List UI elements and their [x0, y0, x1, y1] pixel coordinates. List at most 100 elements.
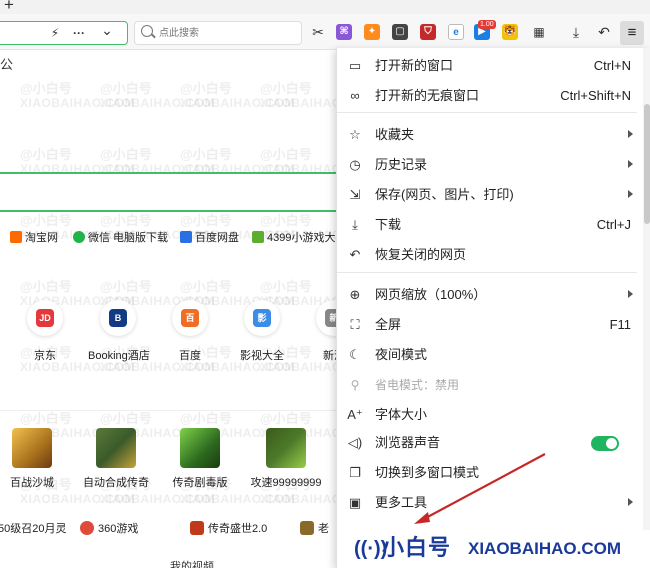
chevron-right-icon — [628, 290, 633, 298]
tab-strip: + — [0, 0, 650, 14]
menu-item-label: 历史记录 — [375, 157, 428, 172]
menu-item-star-list[interactable]: ☆ 收藏夹 — [337, 122, 637, 148]
reader-icon[interactable]: ▢ — [392, 24, 408, 40]
bookmark-baidu-pan[interactable]: 百度网盘 — [180, 228, 239, 248]
menu-item-shortcut: Ctrl+Shift+N — [560, 88, 631, 103]
toolbox-icon: ▣ — [348, 495, 362, 510]
menu-item-power-save: ⚲ 省电模式：禁用 — [337, 372, 637, 398]
extension-orange-icon[interactable]: ✦ — [364, 24, 380, 40]
new-tab-button[interactable]: + — [4, 0, 14, 13]
menu-scroll-thumb[interactable] — [644, 104, 650, 224]
menu-item-zoom[interactable]: ⊕ 网页缩放（100%） — [337, 282, 637, 308]
search-box-outline-bottom — [0, 210, 340, 212]
taobao-icon — [10, 231, 22, 243]
game-tile[interactable]: 自动合成传奇 — [76, 428, 156, 490]
restore-icon: ↶ — [349, 247, 361, 262]
search-input[interactable] — [159, 24, 295, 42]
menu-separator — [337, 272, 637, 273]
menu-item-restore[interactable]: ↶ 恢复关闭的网页 — [337, 242, 637, 268]
menu-item-label: 保存(网页、图片、打印) — [375, 187, 514, 202]
browser-toolbar: ⚡ ··· ⌄ ✂ ⌘ ✦ ▢ ⛉ e ▶ 1.00 🐯 ▦ ⤓ ↶ ≡ — [0, 14, 650, 50]
multi-window-icon: ❐ — [349, 465, 361, 480]
menu-item-incognito[interactable]: ∞ 打开新的无痕窗口 Ctrl+Shift+N — [337, 83, 637, 109]
watermark: @小白号XIAOBAIHAO.COM — [20, 81, 135, 111]
undo-icon[interactable]: ↶ — [595, 23, 613, 41]
lightning-icon[interactable]: ⚡ — [47, 24, 63, 42]
moon-icon: ☾ — [349, 347, 361, 362]
chevron-right-icon — [628, 160, 633, 168]
jd-icon: JD — [27, 300, 63, 336]
site-tile-jd[interactable]: JD 京东 — [15, 300, 75, 363]
chevron-right-icon — [628, 130, 633, 138]
menu-item-moon[interactable]: ☾ 夜间模式 — [337, 342, 637, 368]
menu-item-label: 夜间模式 — [375, 347, 428, 362]
menu-item-history[interactable]: ◷ 历史记录 — [337, 152, 637, 178]
bookmark-taobao[interactable]: 淘宝网 — [10, 228, 58, 248]
extension-purple-icon[interactable]: ⌘ — [336, 24, 352, 40]
menu-item-shortcut: F11 — [609, 317, 631, 332]
ublock-icon[interactable]: ⛉ — [420, 24, 436, 40]
game-tile[interactable]: 攻速99999999 — [246, 428, 326, 490]
menu-item-label: 打开新的无痕窗口 — [375, 88, 480, 103]
fullscreen-icon: ⛶ — [350, 317, 360, 332]
game-icon — [12, 428, 52, 468]
game-link[interactable]: 老 — [300, 518, 329, 540]
edge-icon[interactable]: e — [448, 24, 464, 40]
menu-item-label: 省电模式：禁用 — [375, 378, 460, 392]
menu-item-label: 收藏夹 — [375, 127, 415, 142]
menu-item-label: 打开新的窗口 — [375, 58, 454, 73]
address-bar[interactable]: ⚡ ··· ⌄ — [0, 21, 128, 45]
game-icon — [266, 428, 306, 468]
chevron-down-icon[interactable]: ⌄ — [99, 21, 115, 39]
site-tile-booking[interactable]: B Booking酒店 — [88, 300, 150, 363]
menu-item-save[interactable]: ⇲ 保存(网页、图片、打印) — [337, 182, 637, 208]
bookmark-4399[interactable]: 4399小游戏大 — [252, 228, 335, 248]
menu-item-download[interactable]: ⤓ 下载 Ctrl+J — [337, 212, 637, 238]
tiger-icon[interactable]: 🐯 — [502, 24, 518, 40]
download-icon[interactable]: ⤓ — [567, 23, 585, 41]
site-tile-baidu[interactable]: 百 百度 — [160, 300, 220, 363]
menu-item-label: 全屏 — [375, 317, 402, 332]
speaker-icon: ◁) — [347, 435, 363, 450]
search-icon — [141, 25, 153, 37]
power-save-icon: ⚲ — [350, 378, 360, 392]
menu-item-new-window[interactable]: ▭ 打开新的窗口 Ctrl+N — [337, 53, 637, 79]
more-icon[interactable]: ··· — [71, 24, 87, 42]
game-icon — [96, 428, 136, 468]
apps-grid-icon[interactable]: ▦ — [530, 23, 548, 41]
menu-item-font-size[interactable]: A⁺ 字体大小 — [337, 402, 637, 428]
game-link[interactable]: 50级召20月灵 — [0, 518, 66, 540]
game-small-icon — [300, 521, 314, 535]
baidu-icon: 百 — [172, 300, 208, 336]
menu-item-shortcut: Ctrl+J — [596, 217, 631, 232]
my-videos-link[interactable]: 我的视频 — [170, 558, 214, 568]
promo-badge: 1.00 — [478, 20, 496, 29]
broadcast-icon: ((·)) — [354, 538, 388, 560]
game-link[interactable]: 360游戏 — [80, 518, 138, 540]
incognito-icon: ∞ — [350, 88, 360, 103]
history-icon: ◷ — [349, 157, 361, 172]
site-tile-video[interactable]: 影 影视大全 — [232, 300, 292, 363]
menu-scrollbar[interactable] — [643, 48, 650, 568]
menu-separator — [337, 112, 637, 113]
booking-icon: B — [100, 300, 136, 336]
scissors-icon[interactable]: ✂ — [309, 23, 327, 41]
search-box-outline-top — [0, 172, 340, 174]
menu-item-fullscreen[interactable]: ⛶ 全屏 F11 — [337, 312, 637, 338]
section-divider — [0, 410, 340, 411]
flame-icon — [190, 521, 204, 535]
watermark: @小白号XIAOBAIHAO.COM — [100, 81, 215, 111]
game-tile[interactable]: 百战沙城 — [0, 428, 72, 490]
sound-toggle[interactable] — [591, 436, 619, 451]
game-tile[interactable]: 传奇剧毒版 — [160, 428, 240, 490]
search-box[interactable] — [134, 21, 302, 45]
annotation-arrow — [414, 453, 546, 524]
360-icon — [80, 521, 94, 535]
game-link[interactable]: 传奇盛世2.0 — [190, 518, 267, 540]
game-links-row: 50级召20月灵 360游戏 传奇盛世2.0 老 — [0, 518, 340, 540]
bookmark-wechat[interactable]: 微信 电脑版下载 — [73, 228, 168, 248]
chevron-right-icon — [628, 190, 633, 198]
bookmark-bar: 淘宝网 微信 电脑版下载 百度网盘 4399小游戏大 — [0, 228, 340, 248]
brand-watermark: ((·)) 小白号 XIAOBAIHAO.COM — [346, 530, 650, 568]
menu-icon[interactable]: ≡ — [620, 21, 644, 45]
